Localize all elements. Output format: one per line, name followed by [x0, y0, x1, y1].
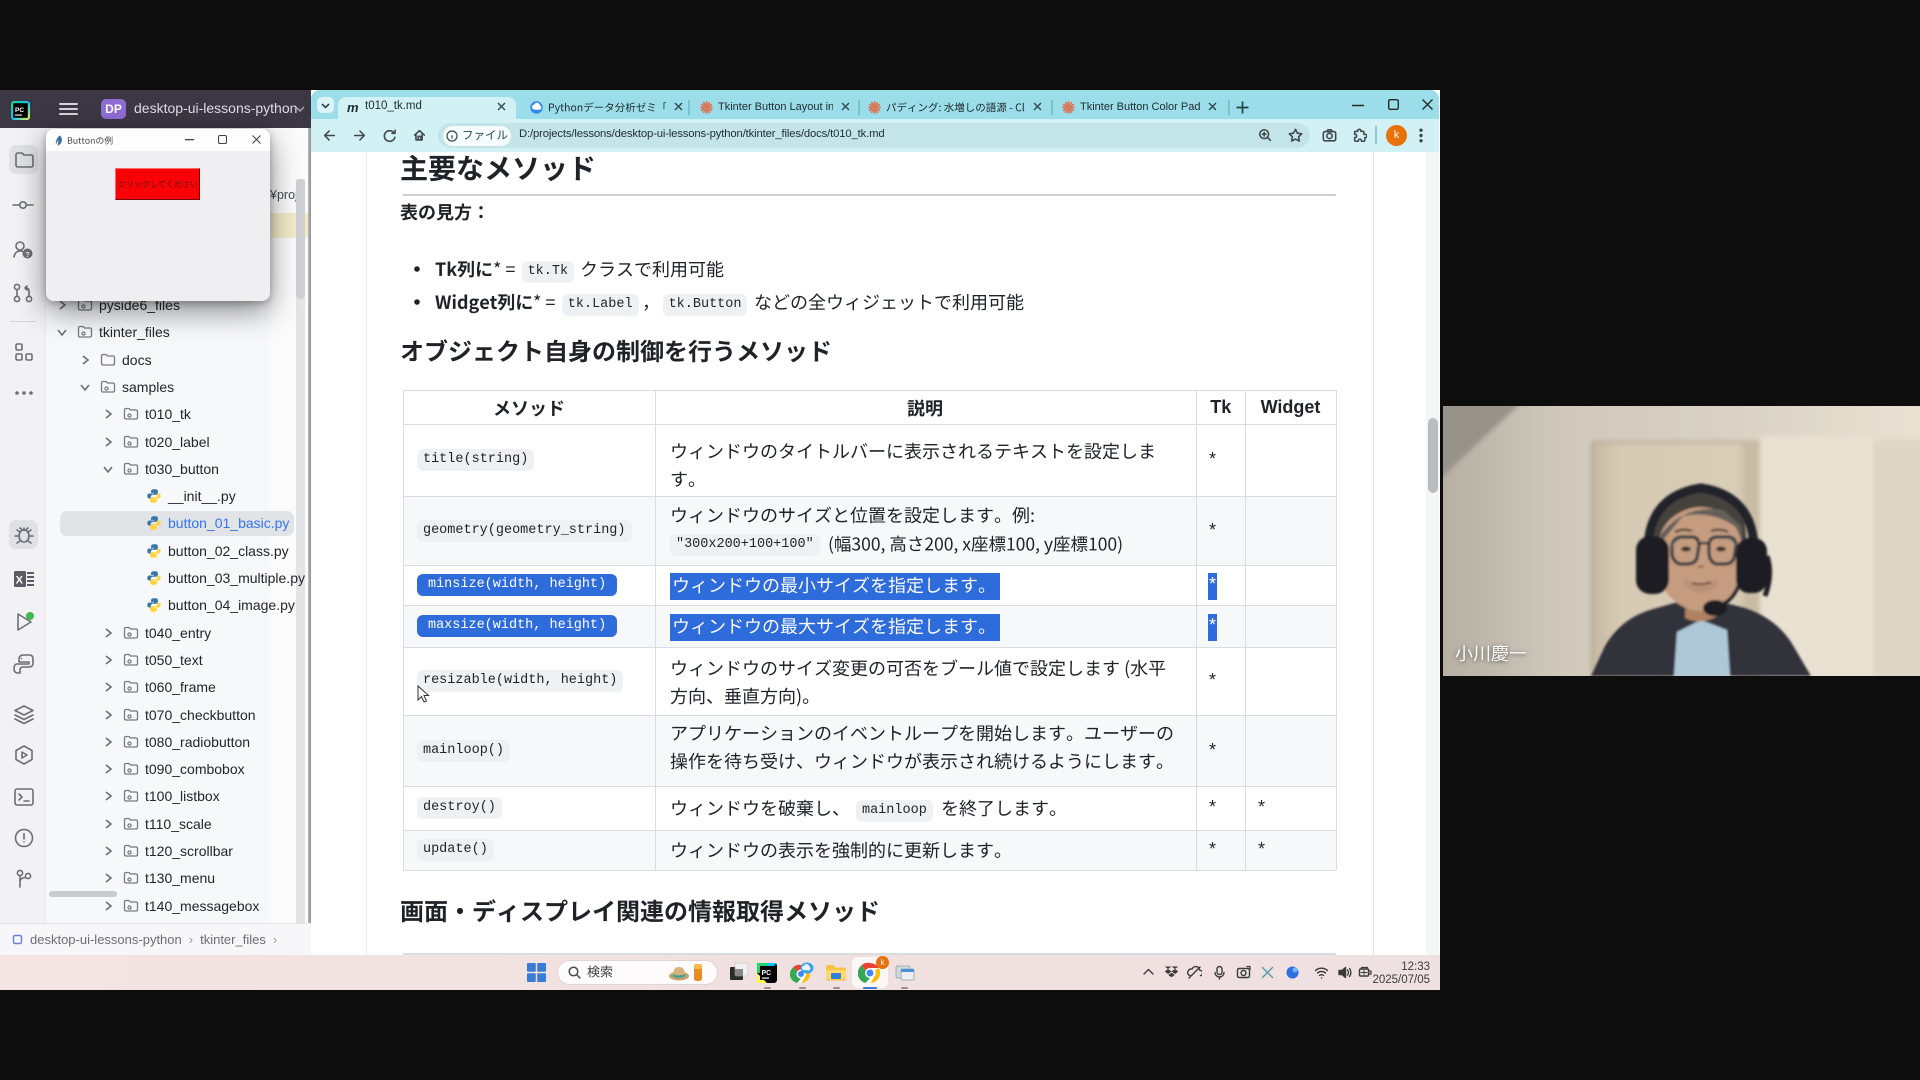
svg-text:?: ? [25, 250, 30, 259]
svg-text:PC: PC [762, 970, 772, 977]
svg-text:X: X [16, 575, 24, 587]
svg-text:PC: PC [15, 107, 24, 114]
